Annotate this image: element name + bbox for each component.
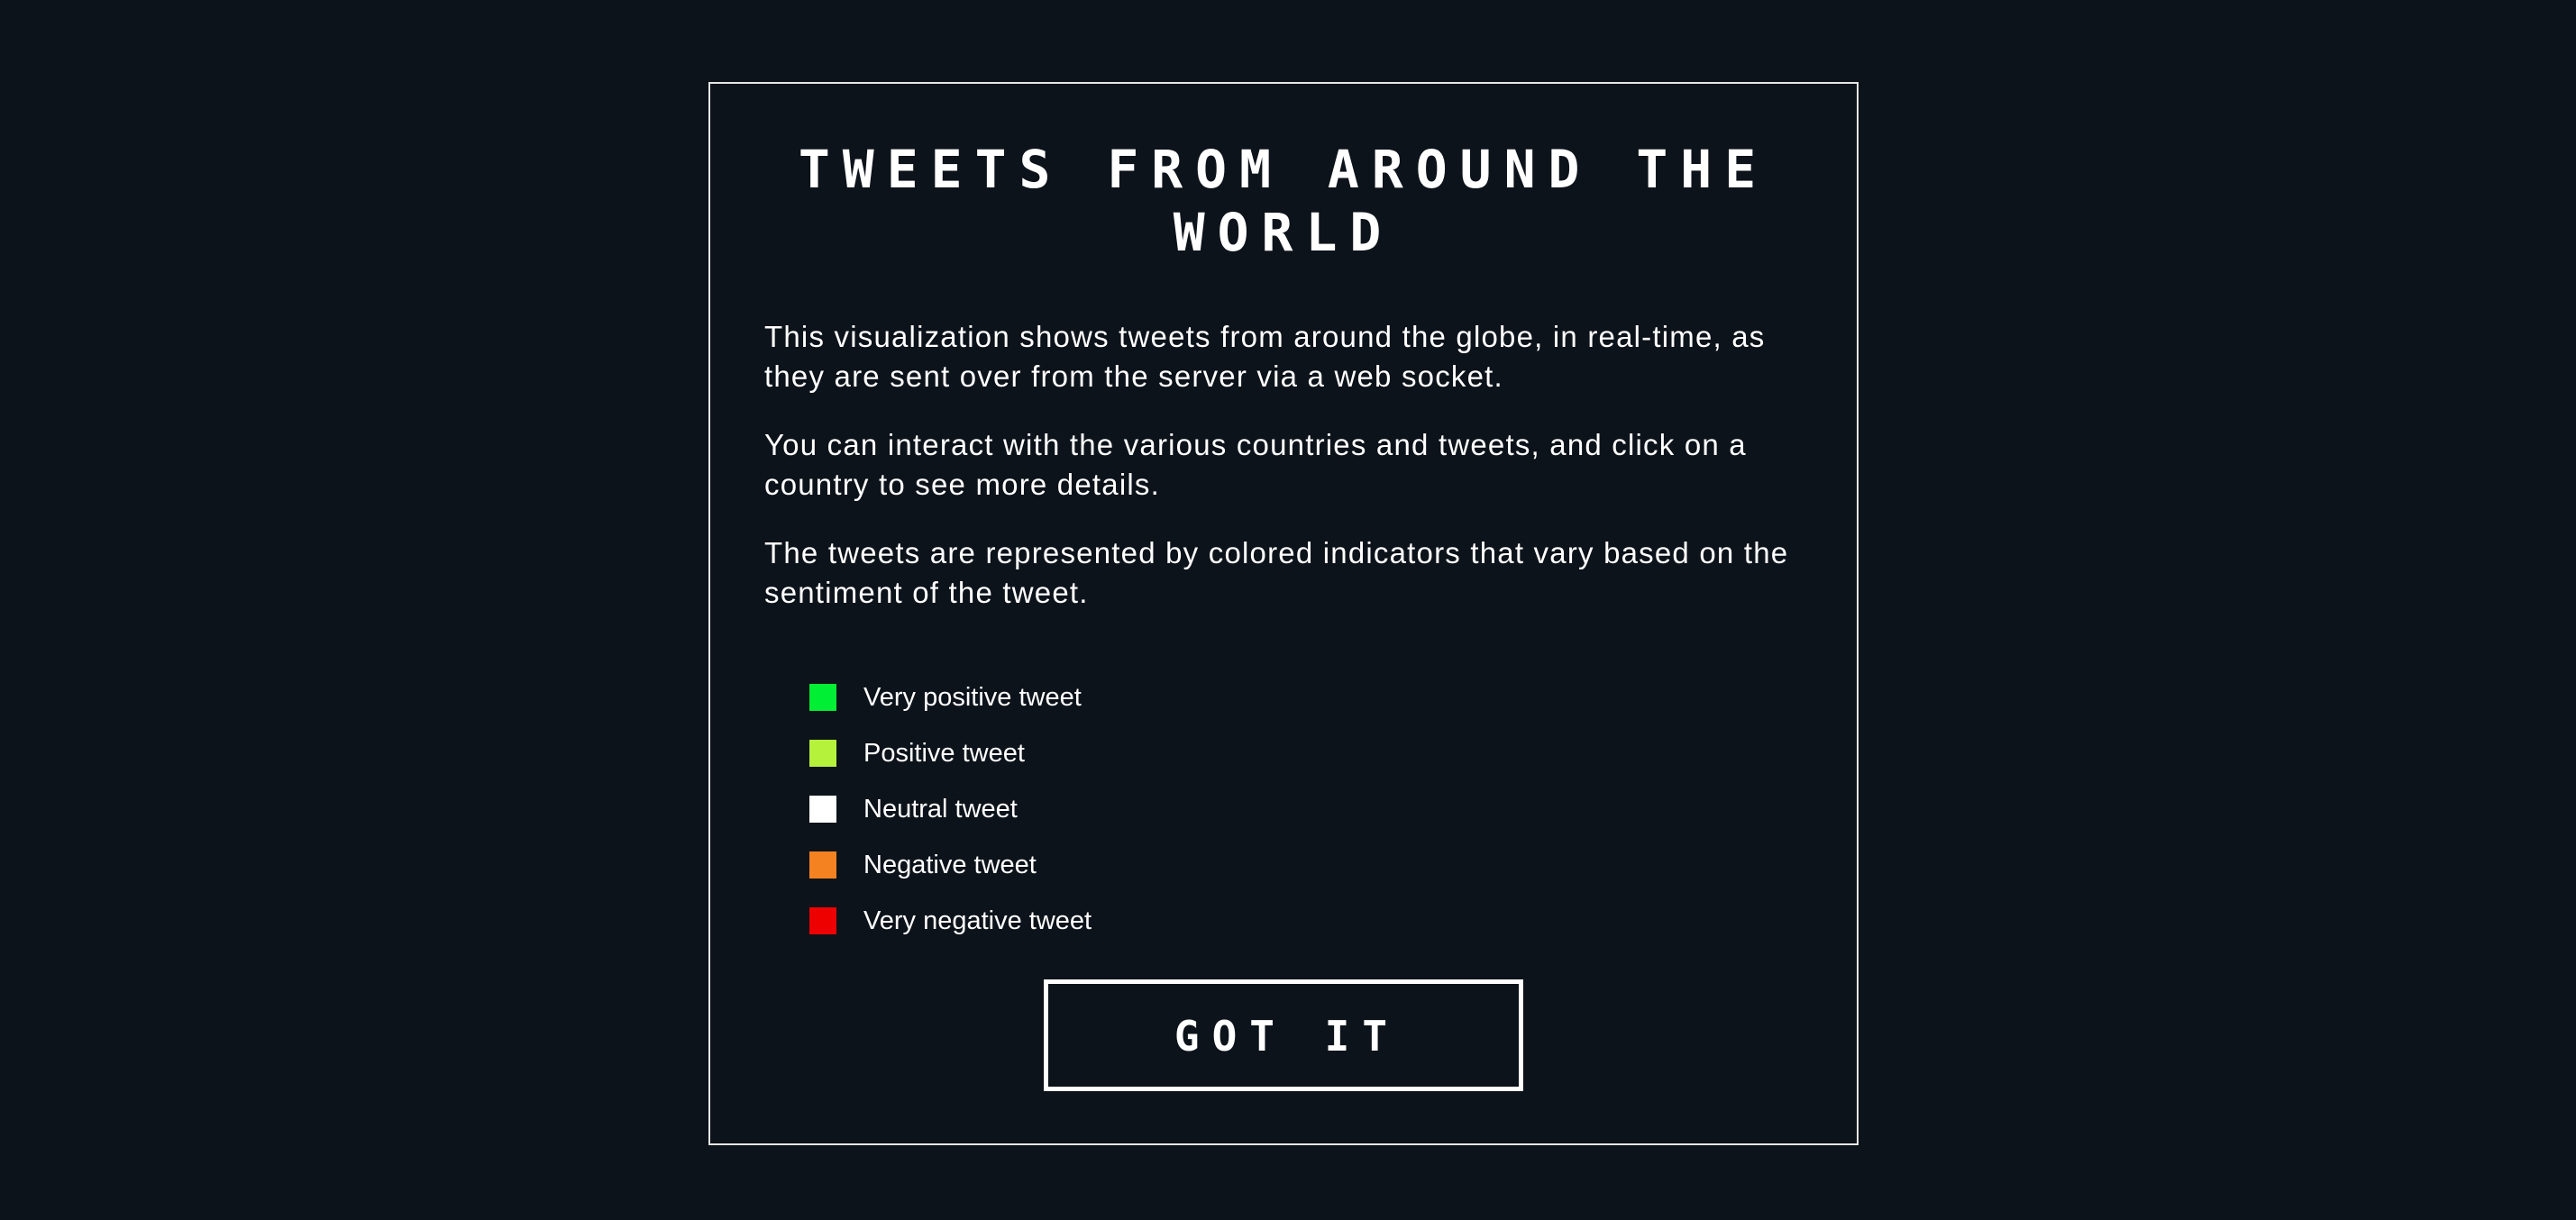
very-positive-swatch-icon bbox=[809, 684, 836, 711]
legend-label: Very negative tweet bbox=[863, 906, 1092, 935]
negative-swatch-icon bbox=[809, 851, 836, 879]
legend-item-positive: Positive tweet bbox=[809, 725, 1092, 781]
intro-modal: TWEETS FROM AROUND THE WORLD This visual… bbox=[708, 82, 1859, 1145]
modal-title: TWEETS FROM AROUND THE WORLD bbox=[798, 139, 1769, 263]
got-it-button[interactable]: GOT IT bbox=[1044, 979, 1523, 1091]
legend-label: Negative tweet bbox=[863, 850, 1037, 879]
legend-label: Neutral tweet bbox=[863, 794, 1018, 824]
positive-swatch-icon bbox=[809, 740, 836, 767]
legend-item-very-negative: Very negative tweet bbox=[809, 893, 1092, 949]
description-paragraph-3: The tweets are represented by colored in… bbox=[764, 536, 1789, 609]
legend-item-very-positive: Very positive tweet bbox=[809, 669, 1092, 725]
legend-item-neutral: Neutral tweet bbox=[809, 781, 1092, 837]
legend-label: Very positive tweet bbox=[863, 682, 1082, 712]
description-paragraph-2: You can interact with the various countr… bbox=[764, 428, 1747, 501]
description-paragraph-1: This visualization shows tweets from aro… bbox=[764, 320, 1766, 393]
neutral-swatch-icon bbox=[809, 796, 836, 823]
legend-item-negative: Negative tweet bbox=[809, 837, 1092, 893]
legend-label: Positive tweet bbox=[863, 738, 1025, 768]
very-negative-swatch-icon bbox=[809, 907, 836, 934]
sentiment-legend: Very positive tweet Positive tweet Neutr… bbox=[809, 669, 1092, 949]
